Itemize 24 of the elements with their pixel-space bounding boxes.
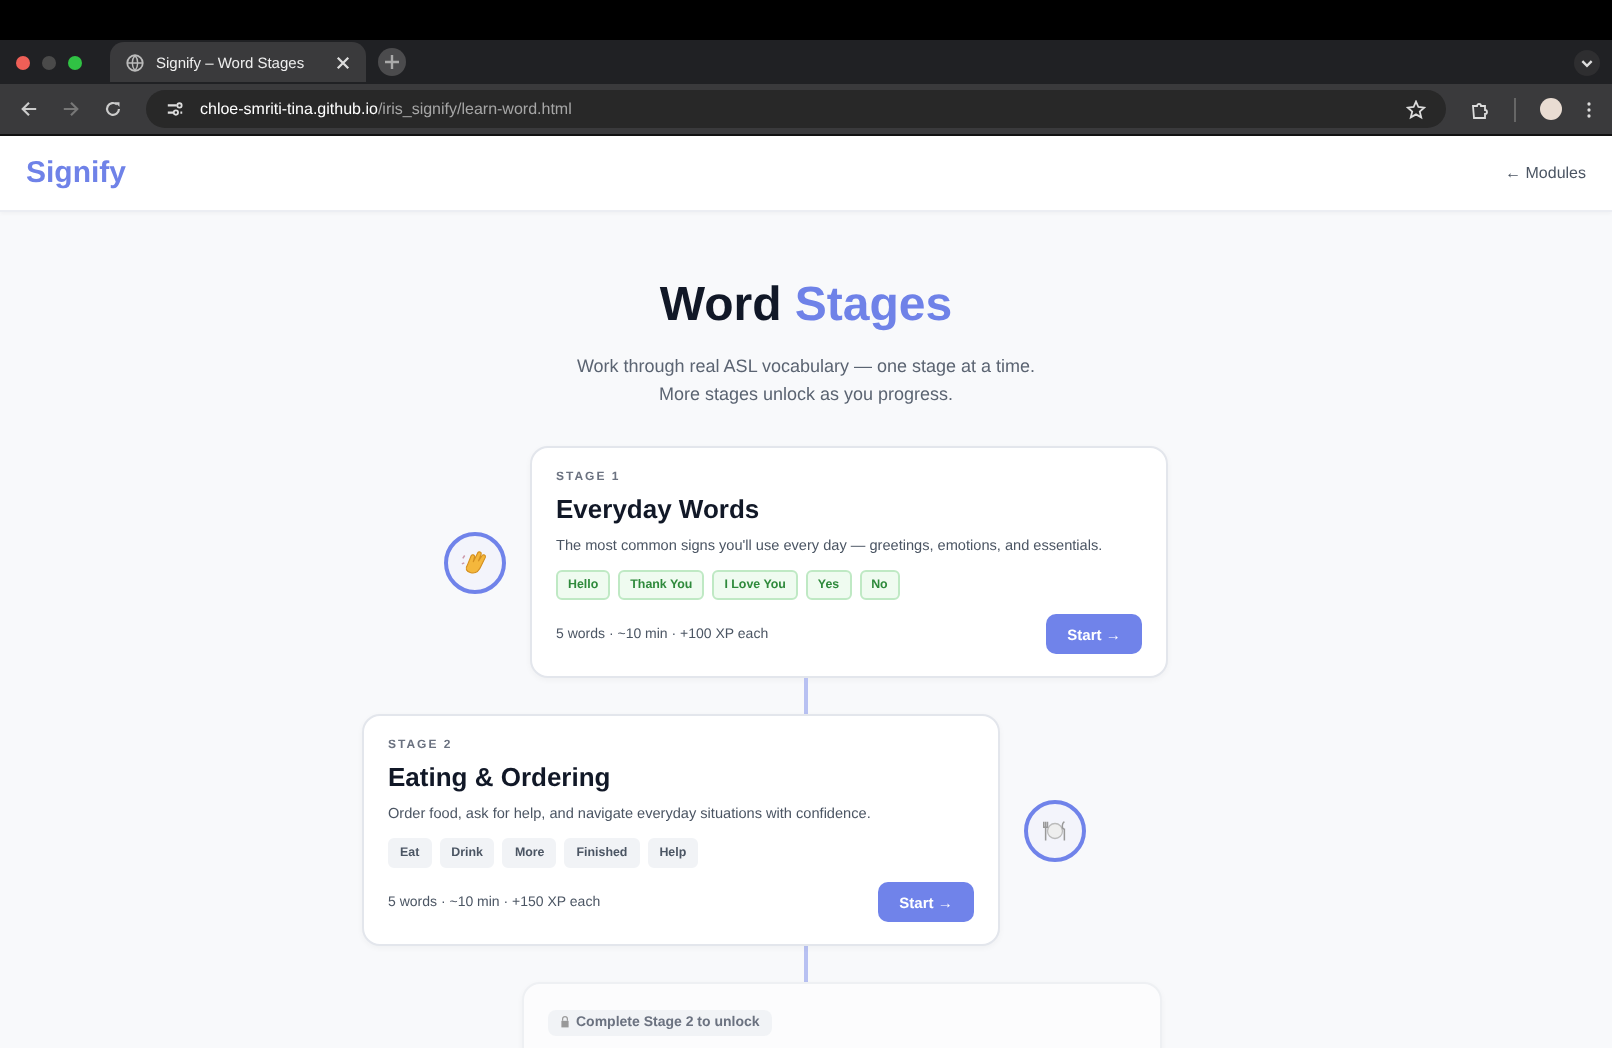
plate-cutlery-icon (1024, 799, 1086, 861)
window-close-control[interactable] (16, 55, 30, 69)
forward-icon[interactable] (62, 100, 80, 118)
subtitle-line: More stages unlock as you progress. (656, 382, 956, 408)
star-icon[interactable] (1406, 99, 1426, 119)
globe-icon (126, 53, 144, 71)
url-text: chloe-smriti-tina.github.io/iris_signify/learn-word.html (200, 100, 572, 118)
stage-title: Everyday Words (556, 494, 762, 524)
profile-avatar[interactable] (1540, 98, 1562, 120)
extensions-icon[interactable] (1470, 99, 1490, 119)
subtitle-line: Work through real ASL vocabulary — one stage at a time. (574, 354, 1038, 380)
close-icon[interactable] (336, 55, 350, 69)
address-field[interactable]: chloe-smriti-tina.github.io/iris_signify/learn-word.html (146, 90, 1446, 128)
page-title: Word Stages (657, 276, 955, 336)
window-maximize-control[interactable] (68, 55, 82, 69)
tab-list-button[interactable] (1574, 49, 1600, 75)
new-tab-button[interactable] (378, 48, 406, 76)
site-settings-icon (166, 100, 184, 118)
stage-title: Eating & Ordering (388, 762, 613, 792)
modules-link[interactable]: ← Modules (1505, 164, 1586, 182)
back-icon[interactable] (20, 100, 38, 118)
waving-hand-icon (444, 531, 506, 593)
reload-icon[interactable] (104, 100, 122, 118)
menu-icon[interactable] (1586, 99, 1592, 119)
